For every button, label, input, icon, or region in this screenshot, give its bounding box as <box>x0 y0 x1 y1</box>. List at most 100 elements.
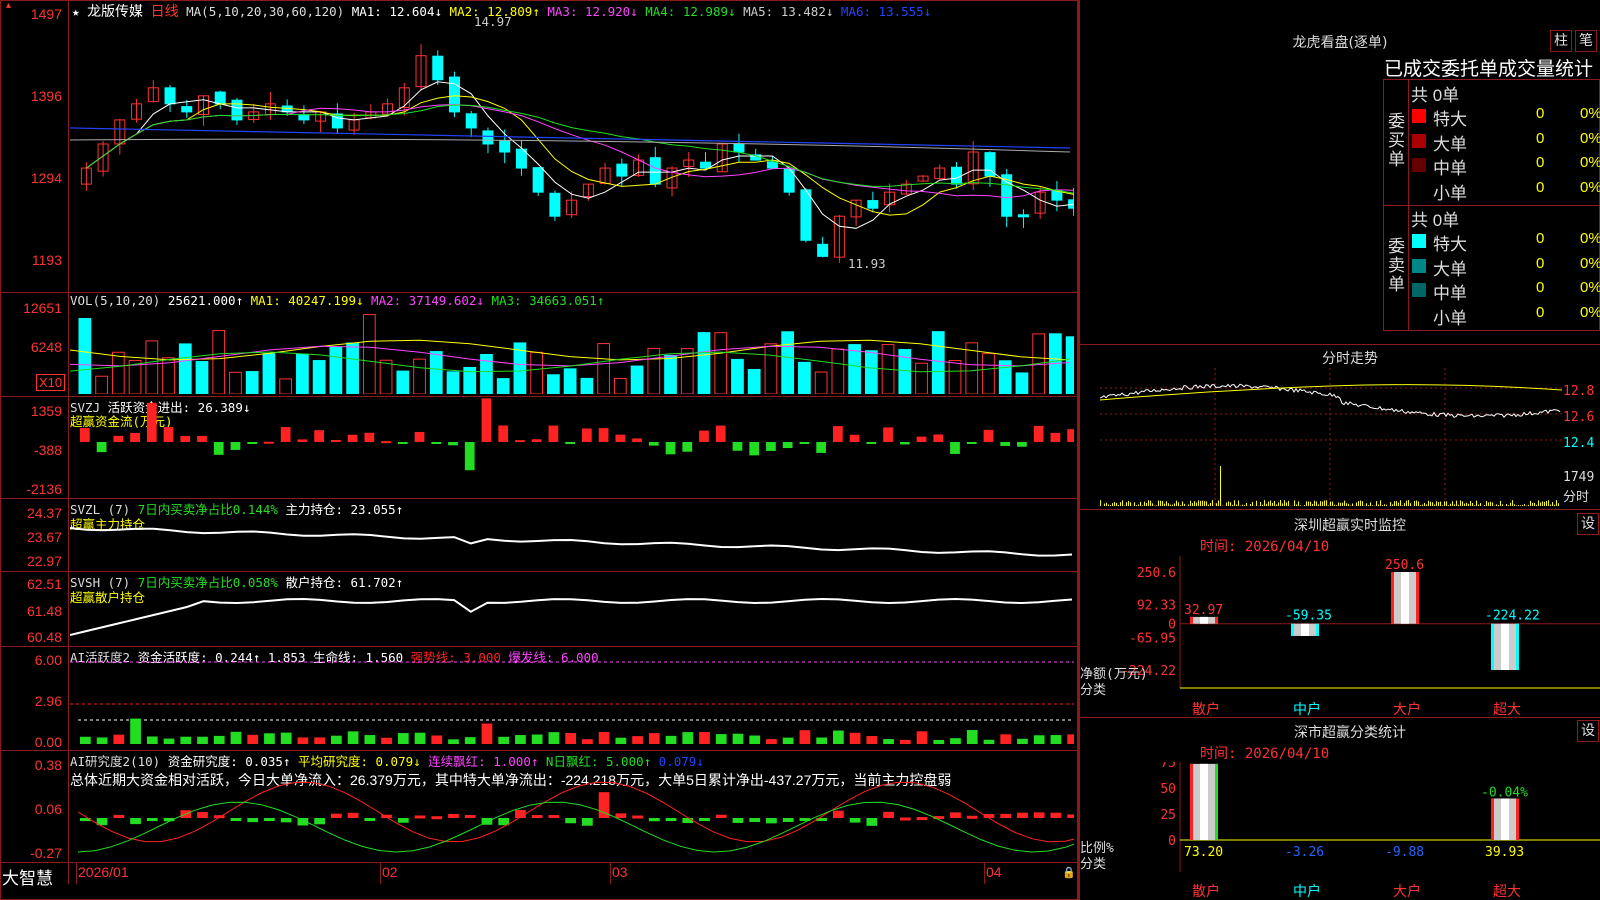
activity-bar <box>715 734 727 744</box>
activity-bar <box>582 739 593 744</box>
activity-bar <box>80 736 91 744</box>
class-y-label: 比例% <box>1080 841 1114 856</box>
intraday-volume-bar <box>1378 504 1379 506</box>
svsh-chart[interactable] <box>70 573 1074 645</box>
volume-chart[interactable] <box>70 310 1074 394</box>
flow-bar <box>966 442 977 444</box>
class-stats-settings-button[interactable]: 设 <box>1577 720 1599 742</box>
candle-body <box>817 243 829 257</box>
monitor-bar-highlight <box>1200 616 1208 624</box>
flow-bar <box>163 427 174 442</box>
class-bar-edge <box>1215 763 1218 840</box>
volume-bar <box>229 371 242 394</box>
intraday-volume-bar <box>1416 500 1417 506</box>
intraday-volume-bar <box>1134 502 1135 506</box>
volume-bar <box>496 378 510 394</box>
flow-bar <box>297 439 308 442</box>
order-name: 中单 <box>1433 284 1467 303</box>
activity-bar <box>247 734 259 744</box>
intraday-volume-bar <box>1420 505 1421 506</box>
ai-research-chart[interactable] <box>70 752 1074 862</box>
order-color-swatch <box>1412 182 1426 197</box>
axis-tick-label: 23.67 <box>26 529 62 545</box>
svzl-chart[interactable] <box>70 500 1074 570</box>
flow-bar <box>414 431 425 442</box>
intraday-volume-bar <box>1344 500 1345 506</box>
flow-bar <box>648 442 659 446</box>
axis-tick-label: 24.37 <box>26 505 62 521</box>
flow-bar <box>866 442 877 444</box>
activity-bar <box>1067 734 1074 744</box>
category-label: 散户 <box>1192 701 1220 716</box>
order-name: 小单 <box>1433 183 1467 203</box>
monitor-bar-edge <box>1190 616 1193 624</box>
intraday-volume-bar <box>1196 502 1197 506</box>
tab-bi[interactable]: 笔 <box>1575 30 1597 52</box>
volume-bar <box>931 331 945 394</box>
tab-zhu[interactable]: 柱 <box>1550 30 1572 52</box>
research-bar <box>899 817 911 821</box>
holding-line <box>70 527 1073 557</box>
intraday-volume-bar <box>1348 503 1349 506</box>
flow-bar <box>732 442 743 451</box>
flow-bar <box>431 442 442 444</box>
research-bar <box>849 818 861 823</box>
intraday-volume-bar <box>1414 500 1415 506</box>
axis-tick-label: 22.97 <box>26 553 62 569</box>
intraday-volume-bar <box>1518 505 1519 506</box>
bottom-logo[interactable]: 大智慧 <box>2 864 53 889</box>
candle-body <box>951 166 962 185</box>
monitor-bar-edge <box>1391 572 1394 624</box>
candlestick-chart[interactable] <box>70 16 1074 290</box>
volume-unit[interactable]: X10 <box>36 374 66 391</box>
intraday-chart[interactable] <box>1100 368 1562 508</box>
intraday-volume-bar <box>1466 502 1467 506</box>
intraday-volume-bar <box>1540 502 1541 506</box>
sz-monitor-title: 深圳超赢实时监控 <box>1294 518 1406 534</box>
axis-tick-label: 61.48 <box>26 603 62 619</box>
research-bar <box>448 813 459 818</box>
candle-body <box>549 192 561 217</box>
volume-bar <box>413 358 426 394</box>
monitor-bar-edge <box>1491 623 1494 670</box>
indicator-value: 25621.000↑ <box>160 293 244 308</box>
class-value-label: 39.93 <box>1485 845 1524 860</box>
order-name: 大单 <box>1433 259 1467 279</box>
order-count: 0 <box>1536 279 1545 296</box>
intraday-volume-bar <box>1328 505 1329 506</box>
order-count: 0 <box>1536 303 1545 321</box>
buy-order-label: 委买单 <box>1388 112 1405 169</box>
flow-bar <box>933 434 944 442</box>
axis-tick-label: 6248 <box>30 339 62 355</box>
research-bar <box>648 818 660 822</box>
intraday-volume-bar <box>1244 505 1245 506</box>
activity-bar <box>515 735 526 744</box>
date-tick-label: 2026/01 <box>78 864 129 880</box>
intraday-volume-bar <box>1532 502 1533 506</box>
candle-body <box>432 55 444 81</box>
lock-icon[interactable]: 🔒 <box>1062 866 1076 879</box>
flow-bar <box>899 442 910 445</box>
activity-bar <box>381 737 392 744</box>
intraday-volume-bar <box>1552 502 1553 506</box>
category-label: 超大 <box>1493 702 1521 716</box>
svzj-chart[interactable] <box>70 398 1074 496</box>
activity-bar <box>464 737 476 744</box>
intraday-volume-bar <box>1206 501 1207 506</box>
intraday-volume-bar <box>1370 502 1371 506</box>
intraday-volume-bar <box>1498 504 1499 506</box>
order-count: 0 <box>1536 105 1545 122</box>
intraday-volume-bar <box>1146 503 1147 506</box>
intraday-volume-bar <box>1242 504 1243 506</box>
volume-bar <box>915 362 928 394</box>
axis-tick-label: 12651 <box>23 300 62 316</box>
ai-active-chart[interactable] <box>70 648 1074 748</box>
volume-bar <box>714 332 728 394</box>
intraday-volume-bar <box>1200 500 1201 506</box>
monitor-bar-highlight <box>1401 572 1409 624</box>
intraday-volume-bar <box>1148 500 1149 506</box>
axis-tick-label: 2.96 <box>34 693 62 709</box>
research-bar <box>699 818 710 821</box>
sz-monitor-settings-button[interactable]: 设 <box>1577 513 1599 535</box>
volume-bar <box>781 331 795 394</box>
